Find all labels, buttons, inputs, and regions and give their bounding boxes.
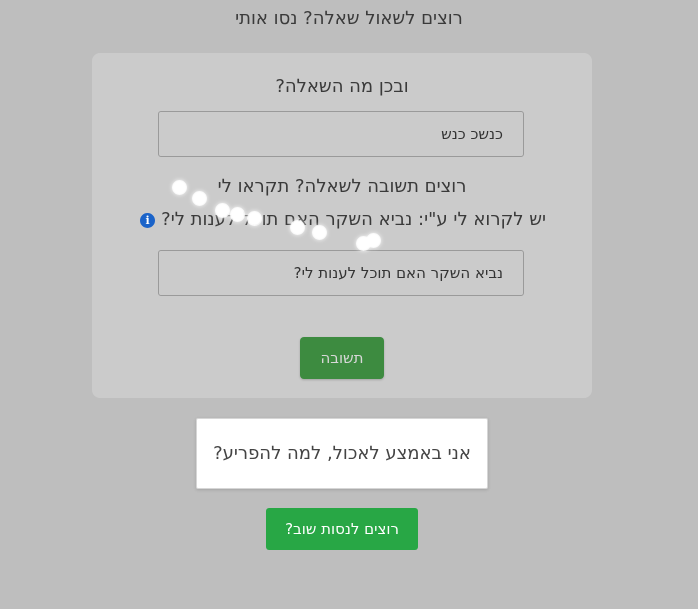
question-label: ובכן מה השאלה? [275, 76, 409, 97]
question-card: ובכן מה השאלה? רוצים תשובה לשאלה? תקראו … [92, 53, 592, 398]
invocation-input[interactable] [158, 250, 524, 296]
retry-button[interactable]: רוצים לנסות שוב? [266, 508, 418, 550]
hint-invocation-text: יש לקרוא לי ע"י: נביא השקר האם תוכל לענו… [161, 209, 546, 230]
answer-button[interactable]: תשובה [300, 337, 384, 379]
hint-text: רוצים תשובה לשאלה? תקראו לי [217, 176, 467, 197]
question-input[interactable] [158, 111, 524, 157]
info-icon[interactable]: i [140, 212, 156, 228]
answer-result: אני באמצע לאכול, למה להפריע? [196, 418, 488, 489]
page-title: רוצים לשאול שאלה? נסו אותי [235, 8, 463, 29]
hint-invocation: יש לקרוא לי ע"י: נביא השקר האם תוכל לענו… [140, 208, 546, 232]
